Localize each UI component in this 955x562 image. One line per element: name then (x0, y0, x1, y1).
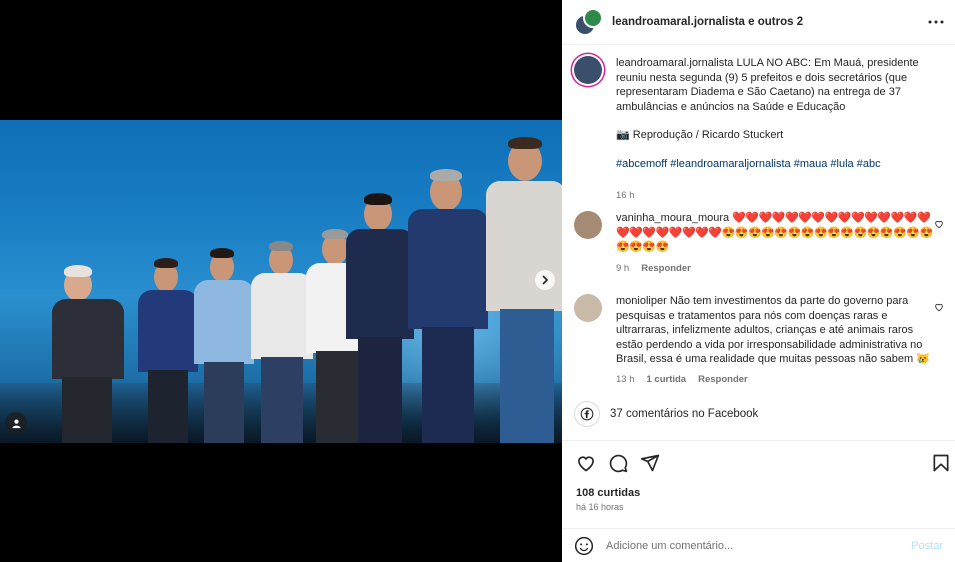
carousel-next-button[interactable] (535, 270, 555, 290)
reply-button[interactable]: Responder (641, 263, 691, 274)
post-time[interactable]: há 16 horas (576, 502, 624, 512)
save-bookmark-icon[interactable] (931, 453, 951, 473)
avatar (583, 8, 603, 28)
caption-time[interactable]: 16 h (616, 190, 635, 201)
like-comment-icon[interactable] (934, 219, 944, 229)
facebook-comments-link[interactable]: 37 comentários no Facebook (574, 401, 758, 427)
post-side-panel: leandroamaral.jornalista e outros 2 lean… (562, 0, 955, 562)
comment-icon[interactable] (608, 453, 628, 473)
hashtags[interactable]: #abcemoff #leandroamaraljornalista #maua… (616, 157, 934, 172)
collab-avatars[interactable] (574, 8, 603, 36)
facebook-comments-count: 37 comentários no Facebook (610, 408, 759, 420)
comment-text: monioliper Não tem investimentos da part… (616, 294, 934, 367)
comment-time[interactable]: 9 h (616, 263, 629, 274)
tagged-users-button[interactable] (5, 412, 27, 434)
person-speaker (48, 253, 128, 443)
comment-item: monioliper Não tem investimentos da part… (574, 294, 944, 394)
post-author-names[interactable]: leandroamaral.jornalista e outros 2 (612, 16, 803, 28)
comment-username[interactable]: monioliper (616, 295, 667, 307)
caption-username[interactable]: leandroamaral.jornalista (616, 57, 733, 69)
user-icon (11, 419, 21, 428)
reply-button[interactable]: Responder (698, 374, 748, 385)
post-actions: 108 curtidas há 16 horas (562, 440, 955, 522)
facebook-icon (574, 401, 600, 427)
avatar[interactable] (574, 211, 602, 239)
comments-list: leandroamaral.jornalista LULA NO ABC: Em… (562, 46, 955, 440)
comment-composer: Postar (562, 528, 955, 562)
caption-text: leandroamaral.jornalista LULA NO ABC: Em… (616, 56, 934, 171)
like-icon[interactable] (576, 453, 596, 473)
post-header: leandroamaral.jornalista e outros 2 (562, 0, 955, 45)
like-comment-icon[interactable] (934, 302, 944, 312)
comment-likes[interactable]: 1 curtida (647, 374, 687, 385)
share-icon[interactable] (640, 453, 660, 473)
caption: leandroamaral.jornalista LULA NO ABC: Em… (574, 56, 944, 201)
avatar[interactable] (574, 56, 602, 84)
post-photo[interactable] (0, 120, 562, 443)
comment-item: vaninha_moura_moura ❤️❤️❤️❤️❤️❤️❤️❤️❤️❤️… (574, 211, 944, 281)
avatar[interactable] (574, 294, 602, 322)
more-options-icon[interactable] (927, 13, 945, 31)
comment-meta: 9 h Responder (616, 263, 691, 274)
photo-credit: 📷 Reprodução / Ricardo Stuckert (616, 129, 784, 141)
post-media (0, 0, 562, 562)
comment-input[interactable] (606, 539, 912, 552)
post-comment-button[interactable]: Postar (911, 540, 943, 552)
comment-time[interactable]: 13 h (616, 374, 635, 385)
comment-meta: 13 h 1 curtida Responder (616, 374, 748, 385)
emoji-icon[interactable] (574, 536, 594, 556)
comment-text: vaninha_moura_moura ❤️❤️❤️❤️❤️❤️❤️❤️❤️❤️… (616, 211, 934, 255)
likes-count[interactable]: 108 curtidas (576, 487, 640, 499)
caption-meta: 16 h (616, 190, 635, 201)
comment-username[interactable]: vaninha_moura_moura (616, 212, 729, 224)
chevron-right-icon (542, 275, 549, 285)
